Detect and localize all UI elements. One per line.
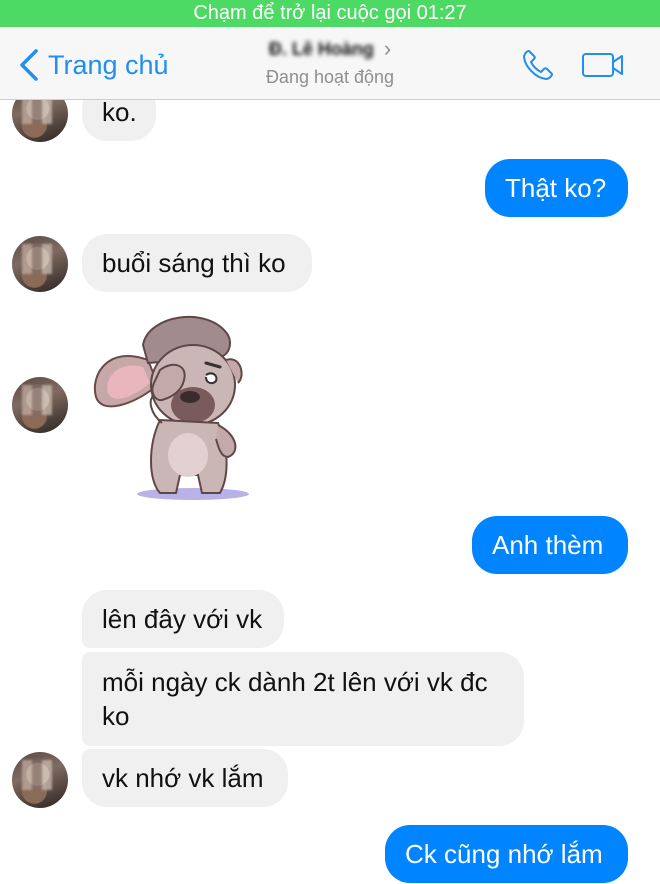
chevron-right-icon: › bbox=[383, 36, 392, 61]
incoming-message[interactable]: mỗi ngày ck dành 2t lên với vk đc ko bbox=[82, 652, 524, 746]
contact-avatar[interactable] bbox=[12, 752, 68, 808]
chevron-left-icon bbox=[20, 49, 38, 81]
video-camera-icon[interactable] bbox=[581, 51, 625, 79]
contact-avatar[interactable] bbox=[12, 236, 68, 292]
incoming-message[interactable]: buổi sáng thì ko bbox=[82, 234, 312, 292]
outgoing-message[interactable]: Anh thèm bbox=[472, 516, 628, 574]
incoming-message[interactable]: vk nhớ vk lắm bbox=[82, 749, 288, 807]
contact-avatar[interactable] bbox=[12, 377, 68, 433]
contact-info[interactable]: Đ. Lê Hoàng › Đang hoạt động bbox=[200, 35, 460, 88]
active-status: Đang hoạt động bbox=[265, 67, 395, 87]
outgoing-message[interactable]: Thật ko? bbox=[485, 159, 628, 217]
back-button[interactable]: Trang chủ bbox=[18, 45, 169, 85]
contact-name: Đ. Lê Hoàng bbox=[268, 38, 374, 59]
phone-icon[interactable] bbox=[520, 47, 556, 83]
dog-facepalm-sticker[interactable] bbox=[88, 305, 258, 505]
outgoing-message[interactable]: Ck cũng nhớ lắm bbox=[385, 825, 628, 883]
incoming-message[interactable]: lên đây với vk bbox=[82, 590, 284, 648]
conversation-header: Trang chủ Đ. Lê Hoàng › Đang hoạt động bbox=[0, 27, 660, 100]
back-label: Trang chủ bbox=[48, 49, 169, 80]
return-to-call-banner[interactable]: Chạm để trở lại cuộc gọi 01:27 bbox=[0, 0, 660, 27]
